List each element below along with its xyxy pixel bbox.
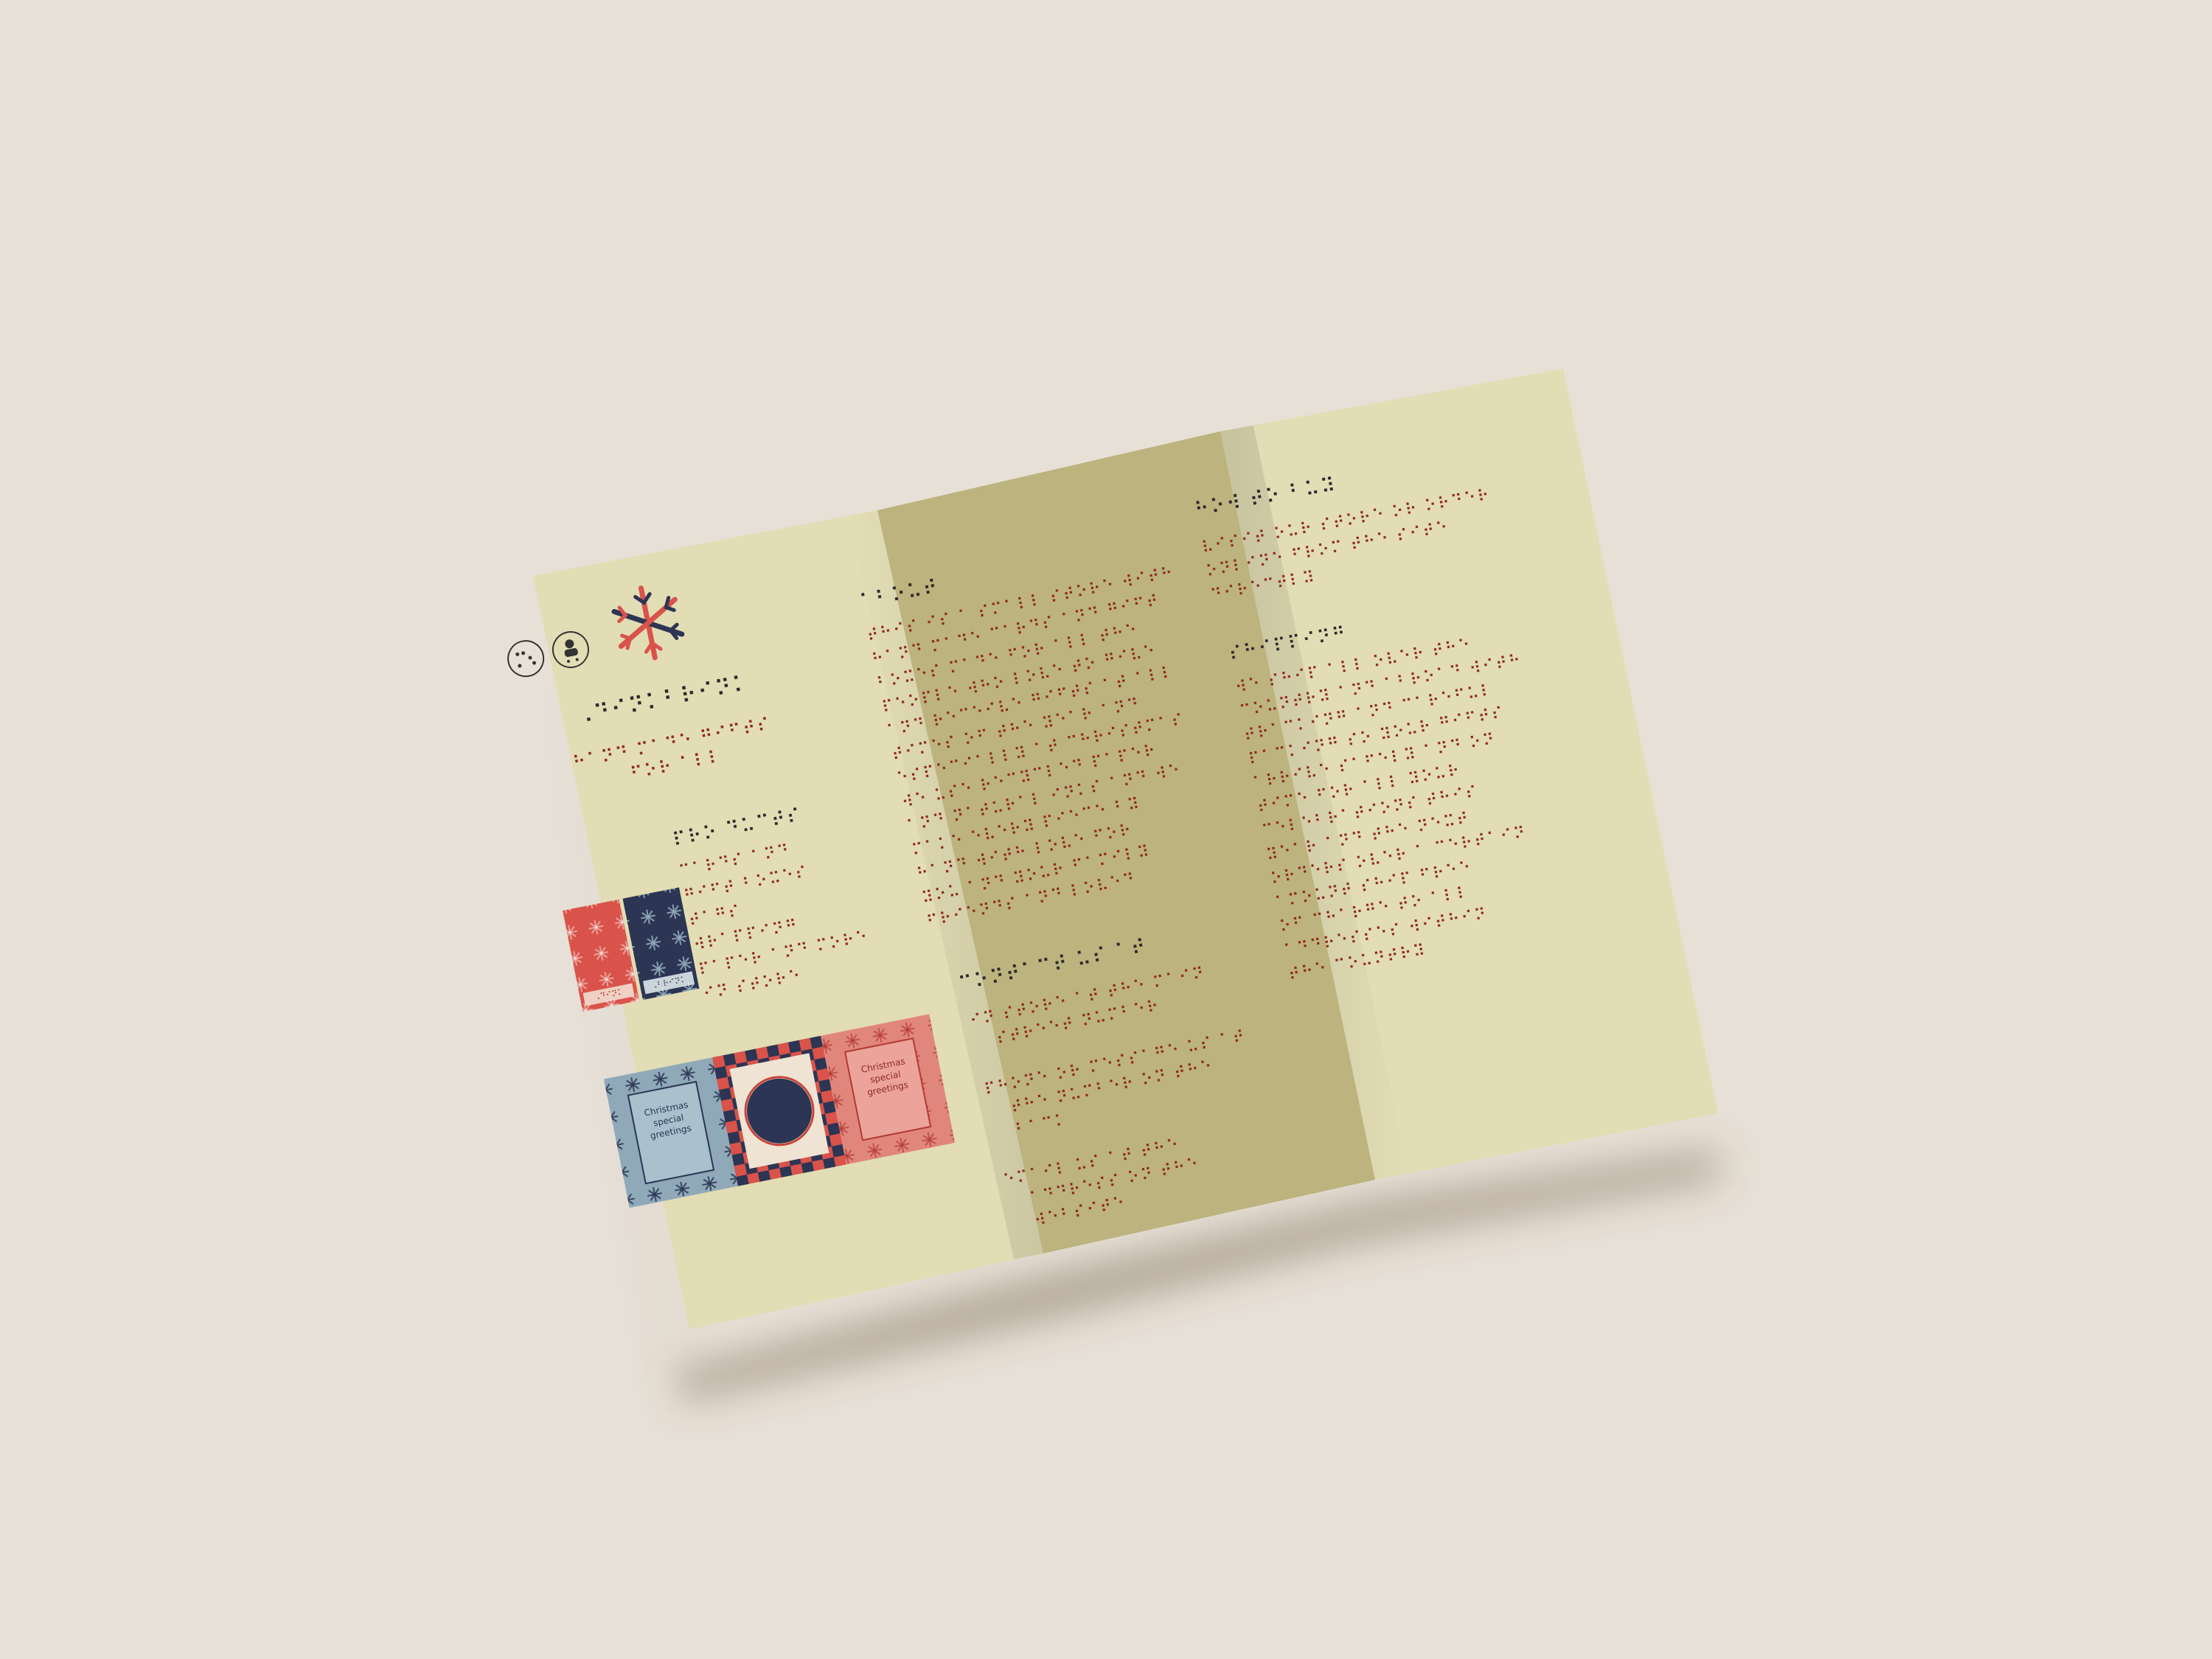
scene: ⠠⠙⠊⠝⠅⠃⠗⠊⠝⠅ ⠓⠁⠝⠙ ⠍⠁⠙⠑ ⠛⠊⠋⠞⠎ ⠋⠕⠗ ⠁⠇⠇ ⠏⠗⠕ ⠙… — [0, 0, 2212, 1659]
